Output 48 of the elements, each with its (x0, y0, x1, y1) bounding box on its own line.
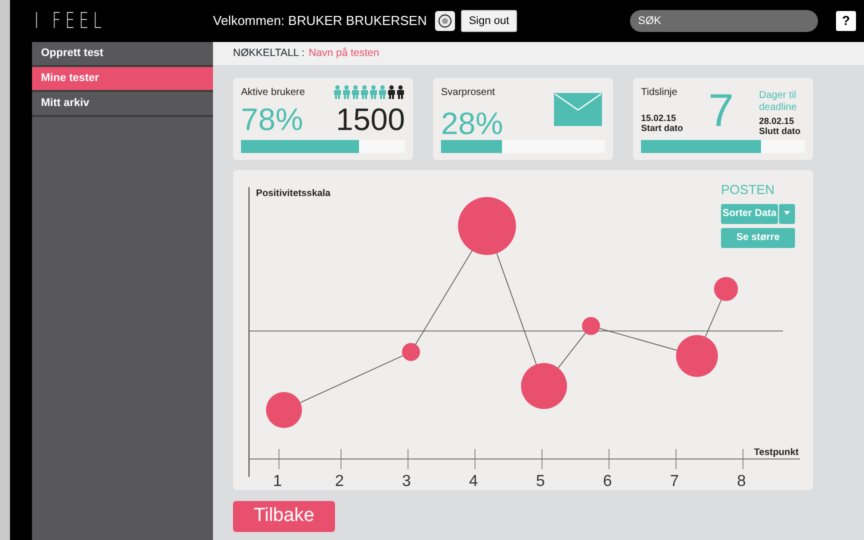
help-button[interactable]: ? (836, 11, 856, 31)
y-axis-label: Positivitetsskala (256, 188, 330, 199)
bubble[interactable] (714, 277, 738, 301)
user-count: 1500 (336, 104, 405, 135)
sign-out-button[interactable]: Sign out (460, 10, 518, 32)
bubble[interactable] (521, 363, 567, 409)
days-label: Dager til deadline (758, 90, 798, 113)
start-date: 15.02.15 (641, 114, 678, 124)
x-tick-label: 2 (335, 473, 344, 490)
bubble[interactable] (458, 197, 516, 255)
percent-value: 78% (241, 104, 304, 135)
test-name: Navn på testen (308, 46, 380, 61)
end-date: 28.02.15 (758, 117, 796, 127)
logo: I FEEL (33, 8, 107, 36)
x-axis-label: Testpunkt (754, 447, 799, 458)
start-date-label: Start dato (641, 124, 684, 134)
card-title: Aktive brukere (241, 86, 305, 100)
panel-title: POSTEN (721, 181, 776, 199)
sidebar-item[interactable]: Mine tester (32, 67, 213, 92)
avatar-icon[interactable] (434, 11, 455, 31)
percent-value: 28% (441, 108, 504, 139)
search-field[interactable]: SØK (630, 10, 818, 32)
x-tick-label: 3 (402, 473, 411, 490)
bubble[interactable] (582, 317, 600, 335)
days-count: 7 (708, 87, 734, 137)
x-tick-label: 5 (536, 473, 545, 490)
tick-mark (340, 448, 342, 470)
card-title: Svarprosent (441, 86, 496, 100)
welcome-text: Velkommen: BRUKER BRUKERSEN (213, 12, 427, 30)
card-title: Tidslinje (641, 86, 678, 100)
tick-mark (278, 448, 280, 470)
bubble[interactable] (402, 343, 420, 361)
x-tick-label: 8 (737, 473, 746, 490)
breadcrumb-label: NØKKELTALL : (233, 46, 305, 61)
caret-icon (784, 211, 790, 216)
x-tick-label: 7 (670, 473, 679, 490)
dropdown-button[interactable] (779, 204, 795, 224)
back-button[interactable]: Tilbake (233, 501, 335, 532)
tick-mark (474, 448, 476, 470)
x-tick-label: 6 (603, 473, 612, 490)
x-tick-label: 1 (273, 473, 282, 490)
tick-mark (742, 448, 744, 470)
envelope-icon (554, 93, 602, 126)
x-tick-label: 4 (469, 473, 478, 490)
bubble[interactable] (266, 392, 302, 428)
tick-mark (608, 448, 610, 470)
bubble[interactable] (676, 335, 718, 377)
end-date-label: Slutt dato (758, 126, 802, 137)
